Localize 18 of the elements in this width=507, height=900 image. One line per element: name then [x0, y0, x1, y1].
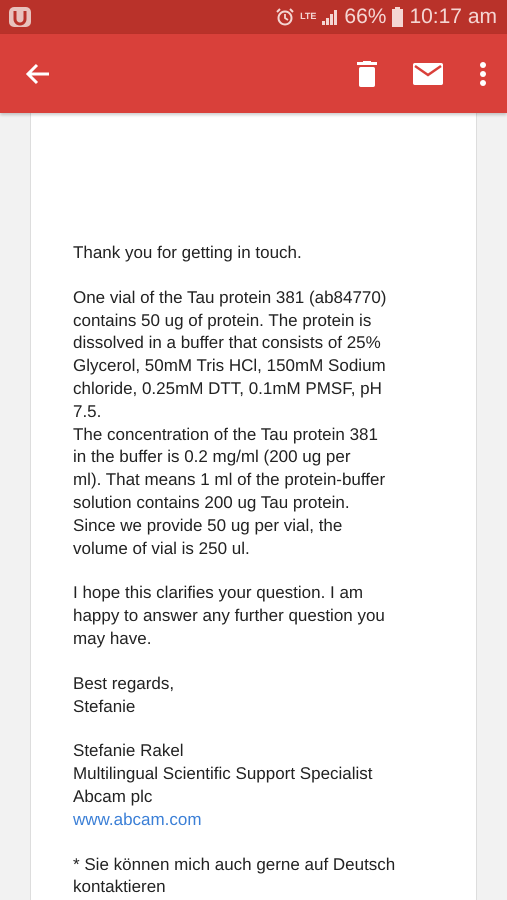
message-paragraph: I hope this clarifies your question. I am happy to answer any further question you may have. — [73, 582, 386, 650]
website-link[interactable]: www.abcam.com — [73, 808, 202, 832]
message-paragraph: Best regards, Stefanie — [73, 672, 176, 718]
clock: 10:17 am — [409, 5, 497, 29]
message-paragraph: One vial of the Tau protein 381 (ab84770) contains 50 ug of protein. The protein is dissolved in a buffer that consists of 25% Glycerol, 50mM Tris HCl, 150mM Sodium chloride, 0.25mM DTT, 0.1mM PMSF, pH 7.5. The concentration of the Tau protein 381 in the buffer is 0.2 mg/ml (200 ug per ml). That means 1 ml of the protein-buffer solution contains 200 ug Tau protein. Since we provide 50 ug per vial, the volume of vial is 250 ul. — [73, 286, 388, 560]
battery-icon — [392, 7, 404, 27]
battery-level: 66% — [344, 5, 386, 29]
footnote: * Sie können mich auch gerne auf Deutsch kontaktieren — [73, 854, 396, 898]
more-icon — [479, 62, 487, 86]
alarm-icon — [276, 8, 294, 26]
back-arrow-icon — [26, 62, 50, 84]
trash-icon — [357, 60, 377, 86]
network-type: LTE — [300, 11, 316, 21]
signal-icon — [322, 9, 338, 25]
mail-icon — [413, 62, 443, 84]
message-paragraph: Thank you for getting in touch. — [73, 242, 303, 264]
app-icon — [8, 5, 34, 29]
signature: Stefanie Rakel Multilingual Scientific Support Specialist Abcam plc — [73, 740, 374, 808]
